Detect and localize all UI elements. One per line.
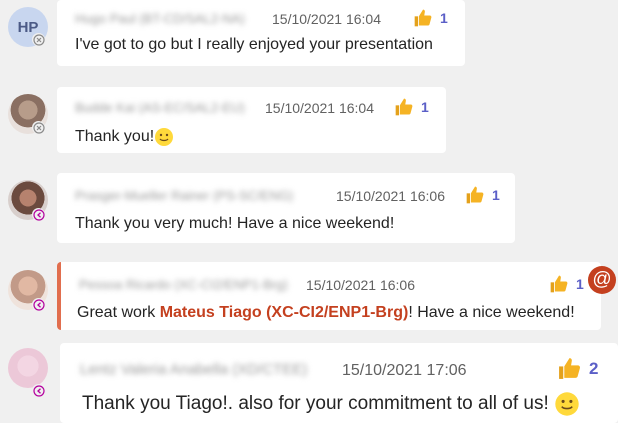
message-text: Thank you! xyxy=(75,127,174,147)
thumbs-up-icon xyxy=(466,186,484,204)
message-bubble[interactable]: Prasger-Mueller Rainer (PS-SC/ENG) 15/10… xyxy=(57,173,515,243)
reaction-count: 2 xyxy=(589,358,599,378)
status-offline-icon xyxy=(32,33,45,46)
message-row: Pessoa Ricardo (XC-CI2/ENP1-Brg) 15/10/2… xyxy=(0,258,618,336)
message-row: Budde Kai (AS-EC/SAL2-EU) 15/10/2021 16:… xyxy=(0,84,618,158)
sender-name: Pessoa Ricardo (XC-CI2/ENP1-Brg) xyxy=(79,277,288,292)
message-bubble[interactable]: Pessoa Ricardo (XC-CI2/ENP1-Brg) 15/10/2… xyxy=(57,262,601,330)
message-text: Thank you Tiago!. also for your commitme… xyxy=(82,391,580,417)
sender-name: Prasger-Mueller Rainer (PS-SC/ENG) xyxy=(75,188,294,203)
timestamp: 15/10/2021 16:06 xyxy=(336,188,445,204)
thumbs-up-icon xyxy=(550,275,568,293)
status-away-icon xyxy=(32,384,45,397)
thumbs-up-icon xyxy=(559,358,581,379)
thumbs-up-icon xyxy=(414,9,432,27)
smile-emoji-icon xyxy=(155,128,174,146)
reaction-count: 1 xyxy=(576,276,584,292)
message-text-content: Thank you Tiago!. also for your commitme… xyxy=(82,393,549,415)
status-away-icon xyxy=(32,298,45,311)
sender-name: Hugo Paul (BT-CD/SAL2-NA) xyxy=(75,11,245,26)
timestamp: 15/10/2021 16:04 xyxy=(265,100,374,116)
reaction-count: 1 xyxy=(440,10,448,26)
message-text: I've got to go but I really enjoyed your… xyxy=(75,36,433,53)
message-row: HP Hugo Paul (BT-CD/SAL2-NA) 15/10/2021 … xyxy=(0,0,618,80)
message-row: Prasger-Mueller Rainer (PS-SC/ENG) 15/10… xyxy=(0,170,618,246)
message-text-content: Thank you! xyxy=(75,128,155,146)
status-away-icon xyxy=(32,208,45,221)
message-bubble[interactable]: Hugo Paul (BT-CD/SAL2-NA) 15/10/2021 16:… xyxy=(57,0,465,66)
status-offline-icon xyxy=(32,121,45,134)
reaction-like[interactable]: 1 xyxy=(549,274,584,294)
reaction-like[interactable]: 1 xyxy=(394,97,429,117)
smile-emoji-icon xyxy=(555,392,579,416)
message-row: Lentz Valeria Anabella (XD/CTEE) 15/10/2… xyxy=(0,338,618,423)
message-bubble[interactable]: Budde Kai (AS-EC/SAL2-EU) 15/10/2021 16:… xyxy=(57,87,446,153)
message-bubble[interactable]: Lentz Valeria Anabella (XD/CTEE) 15/10/2… xyxy=(60,343,618,423)
message-text-before: Great work xyxy=(77,304,160,321)
reaction-count: 1 xyxy=(421,99,429,115)
sender-name: Budde Kai (AS-EC/SAL2-EU) xyxy=(75,100,245,115)
reaction-like[interactable]: 2 xyxy=(557,356,598,381)
reaction-like[interactable]: 1 xyxy=(413,8,448,28)
timestamp: 15/10/2021 16:04 xyxy=(272,11,381,27)
reaction-like[interactable]: 1 xyxy=(465,185,500,205)
mention-at-icon: @ xyxy=(588,266,616,294)
timestamp: 15/10/2021 16:06 xyxy=(306,277,415,293)
message-text: Great work Mateus Tiago (XC-CI2/ENP1-Brg… xyxy=(77,304,575,322)
avatar[interactable] xyxy=(8,348,48,388)
thumbs-up-icon xyxy=(395,98,413,116)
reaction-count: 1 xyxy=(492,187,500,203)
mention-link[interactable]: Mateus Tiago (XC-CI2/ENP1-Brg) xyxy=(160,304,409,321)
sender-name: Lentz Valeria Anabella (XD/CTEE) xyxy=(80,361,308,378)
message-text: Thank you very much! Have a nice weekend… xyxy=(75,215,395,232)
timestamp: 15/10/2021 17:06 xyxy=(342,362,467,379)
message-text-after: ! Have a nice weekend! xyxy=(408,304,575,321)
